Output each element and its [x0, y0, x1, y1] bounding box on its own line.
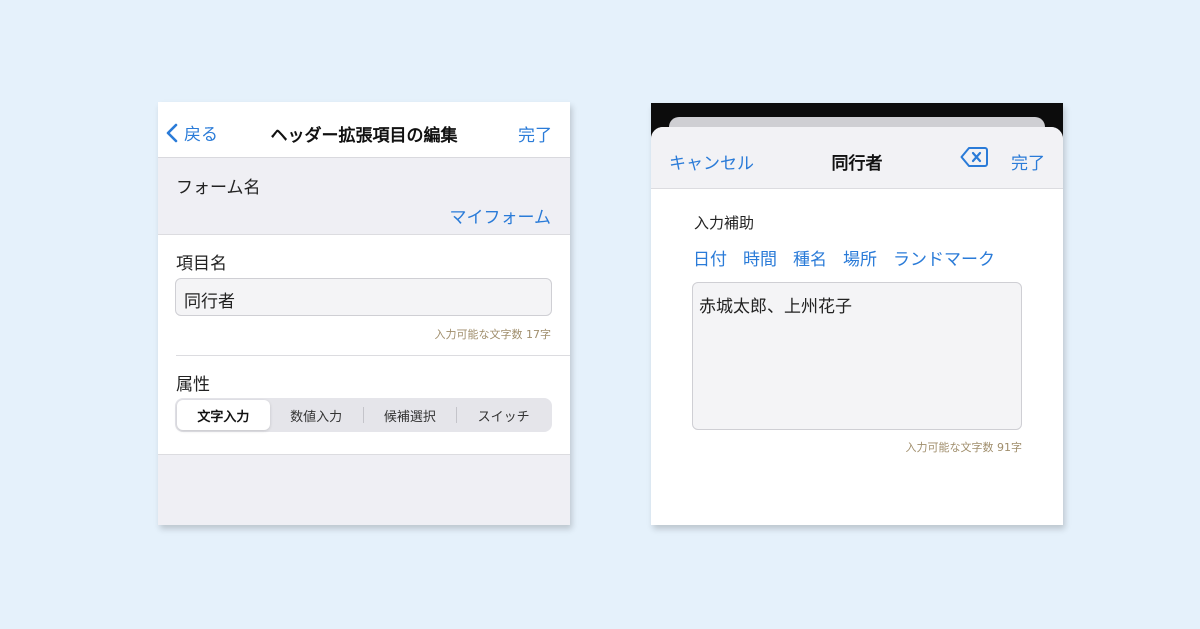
form-name-value[interactable]: マイフォーム — [450, 203, 552, 228]
assist-option-place[interactable]: 場所 — [843, 245, 877, 270]
input-assist-label: 入力補助 — [694, 214, 755, 232]
navigation-bar: 戻る ヘッダー拡張項目の編集 完了 — [158, 102, 570, 158]
assist-option-species[interactable]: 種名 — [793, 245, 827, 270]
item-char-count: 入力可能な文字数 17字 — [434, 328, 552, 341]
divider — [176, 355, 570, 356]
segment-number-input[interactable]: 数値入力 — [270, 400, 363, 430]
assist-option-landmark[interactable]: ランドマーク — [893, 245, 995, 270]
item-name-label: 項目名 — [176, 254, 227, 274]
segment-text-input[interactable]: 文字入力 — [177, 400, 270, 430]
text-entry-screen: キャンセル 同行者 完了 入力補助 日付 時間 種名 場所 ランドマーク 赤城太… — [651, 103, 1063, 525]
assist-option-time[interactable]: 時間 — [743, 245, 777, 270]
input-assist-options: 日付 時間 種名 場所 ランドマーク — [693, 245, 995, 270]
done-button[interactable]: 完了 — [518, 121, 552, 146]
segment-switch[interactable]: スイッチ — [457, 400, 550, 430]
item-section: 項目名 同行者 入力可能な文字数 17字 属性 文字入力 数値入力 候補選択 ス… — [158, 234, 570, 454]
form-name-label: フォーム名 — [176, 178, 261, 198]
assist-option-date[interactable]: 日付 — [693, 245, 727, 270]
page-title: ヘッダー拡張項目の編集 — [270, 126, 458, 146]
attribute-segmented-control: 文字入力 数値入力 候補選択 スイッチ — [175, 398, 552, 432]
sheet-title: 同行者 — [831, 154, 883, 174]
sheet-navigation-bar: キャンセル 同行者 完了 — [651, 127, 1063, 189]
attribute-label: 属性 — [176, 375, 210, 395]
header-field-edit-screen: 戻る ヘッダー拡張項目の編集 完了 フォーム名 マイフォーム 項目名 同行者 入… — [158, 102, 570, 525]
text-area[interactable]: 赤城太郎、上州花子 — [692, 282, 1022, 430]
done-button[interactable]: 完了 — [1011, 149, 1045, 174]
empty-area — [158, 454, 570, 525]
delete-left-icon[interactable] — [960, 146, 988, 172]
segment-candidate-select[interactable]: 候補選択 — [364, 400, 457, 430]
modal-sheet: キャンセル 同行者 完了 入力補助 日付 時間 種名 場所 ランドマーク 赤城太… — [651, 127, 1063, 525]
text-char-count: 入力可能な文字数 91字 — [905, 441, 1023, 454]
form-name-section: フォーム名 マイフォーム — [158, 159, 570, 234]
item-name-input[interactable]: 同行者 — [175, 278, 552, 316]
